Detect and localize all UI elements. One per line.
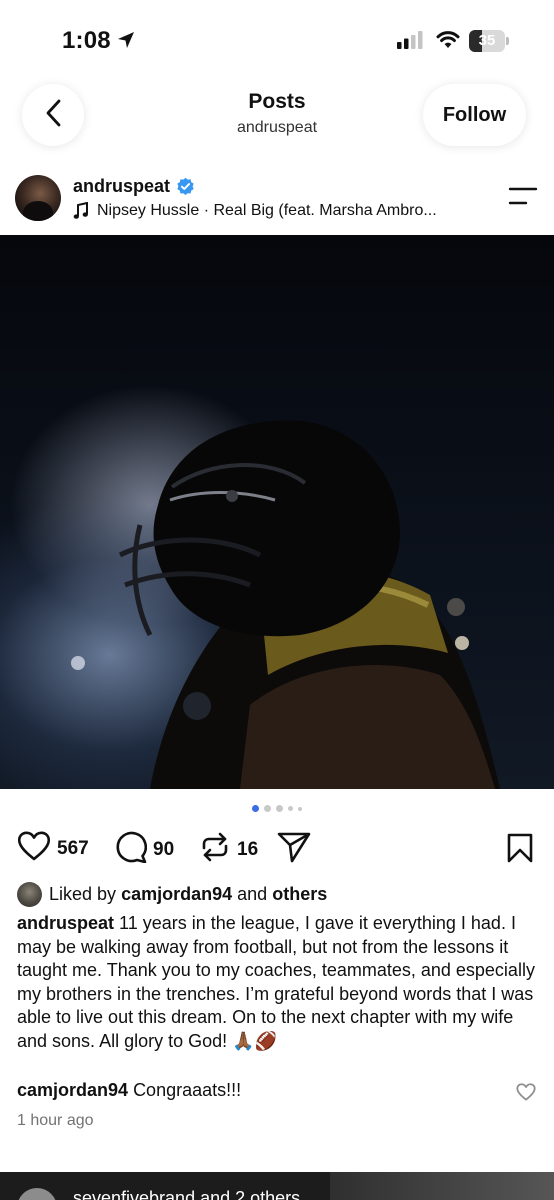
- comment-row: camjordan94 Congraaats!!!: [17, 1080, 241, 1101]
- header-titles: Posts andruspeat: [150, 90, 404, 137]
- caption-username[interactable]: andruspeat: [17, 913, 114, 933]
- next-post-avatar: [17, 1188, 57, 1200]
- carousel-dot: [288, 806, 293, 811]
- liked-by-conjunction: and: [237, 884, 268, 904]
- cellular-signal-icon: [397, 31, 425, 54]
- comment-bubble-icon[interactable]: [114, 831, 148, 868]
- liked-by-row[interactable]: Liked by camjordan94 and others: [17, 882, 327, 907]
- like-count[interactable]: 567: [57, 838, 89, 860]
- comment-action[interactable]: 90: [114, 831, 174, 868]
- carousel-dot: [276, 805, 283, 812]
- carousel-indicator: [0, 805, 554, 812]
- music-note-icon: [73, 202, 89, 220]
- send-icon[interactable]: [277, 831, 311, 868]
- post-avatar[interactable]: [15, 175, 61, 221]
- post-username[interactable]: andruspeat: [73, 176, 170, 197]
- post-photo: [71, 420, 500, 789]
- like-action[interactable]: 567: [17, 831, 89, 866]
- post-media[interactable]: [0, 235, 554, 789]
- page-subtitle: andruspeat: [236, 119, 318, 136]
- music-row[interactable]: Nipsey Hussle · Real Big (feat. Marsha A…: [73, 202, 437, 220]
- bookmark-icon[interactable]: [506, 833, 534, 868]
- follow-button[interactable]: Follow: [423, 84, 526, 146]
- heart-icon[interactable]: [17, 831, 51, 866]
- status-time: 1:08: [62, 27, 111, 54]
- verified-badge-icon: [176, 177, 195, 196]
- carousel-dot: [252, 805, 259, 812]
- menu-icon[interactable]: [508, 186, 538, 211]
- liked-by-avatar: [17, 882, 42, 907]
- comment-heart-icon[interactable]: [516, 1083, 536, 1106]
- liked-by-prefix: Liked by: [49, 884, 117, 904]
- post-timestamp: 1 hour ago: [17, 1112, 94, 1129]
- comment-count[interactable]: 90: [153, 839, 174, 861]
- back-button[interactable]: [22, 84, 84, 146]
- liked-by-user[interactable]: camjordan94: [121, 884, 232, 905]
- battery-indicator: 35: [469, 30, 509, 52]
- caption-text: 11 years in the league, I gave it everyt…: [17, 913, 535, 1051]
- music-track-label: Nipsey Hussle · Real Big (feat. Marsha A…: [97, 202, 437, 219]
- wifi-icon: [436, 29, 460, 54]
- comment-username[interactable]: camjordan94: [17, 1080, 128, 1100]
- post-user-row: andruspeat: [73, 176, 195, 197]
- next-post-preview[interactable]: sevenfivebrand and 2 others: [0, 1172, 554, 1200]
- share-action[interactable]: [277, 831, 311, 868]
- repost-icon[interactable]: [199, 831, 231, 868]
- battery-percent: 35: [478, 32, 496, 49]
- location-arrow-icon: [116, 30, 136, 55]
- liked-by-others[interactable]: others: [272, 884, 327, 905]
- carousel-dot: [264, 805, 271, 812]
- chevron-left-icon: [44, 98, 62, 133]
- carousel-dot: [298, 806, 302, 811]
- repost-action[interactable]: 16: [199, 831, 258, 868]
- status-bar: 1:08 35: [0, 0, 554, 78]
- next-post-username[interactable]: sevenfivebrand and 2 others: [73, 1188, 300, 1200]
- repost-count[interactable]: 16: [237, 839, 258, 861]
- comment-text: Congraaats!!!: [133, 1080, 242, 1100]
- page-title: Posts: [248, 90, 306, 113]
- post-caption: andruspeat 11 years in the league, I gave…: [17, 912, 541, 1053]
